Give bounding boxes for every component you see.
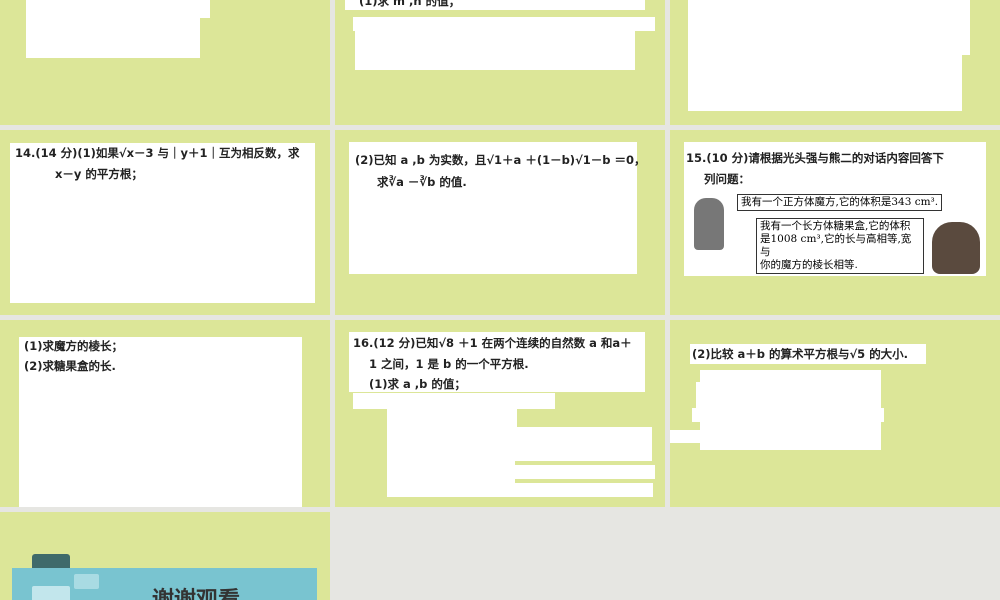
slide-thumbnail-8[interactable]: 16.(12 分)已知√8 ＋1 在两个连续的自然数 a 和a＋ 1 之间，1 … (335, 320, 665, 507)
answer-block (387, 447, 652, 461)
answer-block (387, 427, 652, 447)
question-14b-line2: 求∛a －∛b 的值. (377, 175, 467, 189)
answer-block (515, 483, 653, 497)
answer-block (696, 382, 706, 408)
slide-thumbnail-3[interactable] (670, 0, 1000, 125)
decor-square (74, 574, 99, 589)
speech-bubble-2-line: 你的魔方的棱长相等. (760, 259, 858, 271)
answer-block (670, 430, 710, 443)
slide-thumbnail-5[interactable]: (2)已知 a ,b 为实数，且√1＋a ＋(1－b)√1－b ＝0， 求∛a … (335, 130, 665, 315)
character-bear-image (932, 222, 980, 274)
question-14b-line1: (2)已知 a ,b 为实数，且√1＋a ＋(1－b)√1－b ＝0， (355, 153, 646, 167)
answer-block (355, 30, 635, 70)
speech-bubble-2-line: 我有一个长方体糖果盒,它的体积 (760, 220, 911, 232)
answer-block (26, 18, 200, 58)
speech-bubble-2-line: 是1008 cm³,它的长与高相等,宽与 (760, 233, 912, 258)
answer-block (688, 0, 970, 55)
question-text: (1)求 m ,n 的值； (359, 0, 461, 8)
decor-square (32, 586, 70, 600)
answer-block (353, 393, 555, 409)
question-14-line2: x－y 的平方根； (55, 167, 143, 181)
character-bald-strong-image (694, 198, 724, 250)
empty-sorter-area (335, 512, 1000, 600)
question-15b: (2)求糖果盒的长. (24, 359, 116, 373)
slide-thumbnail-9[interactable]: (2)比较 a＋b 的算术平方根与√5 的大小. (670, 320, 1000, 507)
answer-block (688, 55, 962, 111)
slide-thumbnail-1[interactable] (0, 0, 330, 125)
answer-block (515, 465, 655, 479)
question-15-line2: 列问题： (704, 172, 750, 186)
slide-thumbnail-4[interactable]: 14.(14 分)(1)如果√x－3 与｜y＋1｜互为相反数，求 x－y 的平方… (0, 130, 330, 315)
question-16-line2: 1 之间，1 是 b 的一个平方根. (369, 357, 529, 371)
question-16-line3: (1)求 a ,b 的值； (369, 377, 466, 391)
slide-thumbnail-2[interactable]: (1)求 m ,n 的值； (335, 0, 665, 125)
answer-block (387, 409, 517, 427)
slide-thumbnail-10[interactable]: 谢谢观看 (0, 512, 330, 600)
question-16-line1: 16.(12 分)已知√8 ＋1 在两个连续的自然数 a 和a＋ (353, 336, 632, 350)
slide-thumbnail-7[interactable]: (1)求魔方的棱长； (2)求糖果盒的长. (0, 320, 330, 507)
question-14-line1: 14.(14 分)(1)如果√x－3 与｜y＋1｜互为相反数，求 (15, 146, 300, 160)
question-16b: (2)比较 a＋b 的算术平方根与√5 的大小. (692, 347, 909, 361)
answer-block (387, 461, 515, 497)
thank-you-title: 谢谢观看 (152, 582, 240, 600)
speech-bubble-1: 我有一个正方体魔方,它的体积是343 cm³. (737, 194, 943, 211)
question-15-line1: 15.(10 分)请根据光头强与熊二的对话内容回答下 (686, 151, 944, 165)
answer-block (26, 0, 210, 18)
question-15a: (1)求魔方的棱长； (24, 339, 124, 353)
answer-block (692, 408, 884, 422)
slide-thumbnail-6[interactable]: 15.(10 分)请根据光头强与熊二的对话内容回答下 列问题： 我有一个正方体魔… (670, 130, 1000, 315)
answer-block (353, 17, 655, 31)
speech-bubble-2: 我有一个长方体糖果盒,它的体积 是1008 cm³,它的长与高相等,宽与 你的魔… (756, 218, 924, 274)
